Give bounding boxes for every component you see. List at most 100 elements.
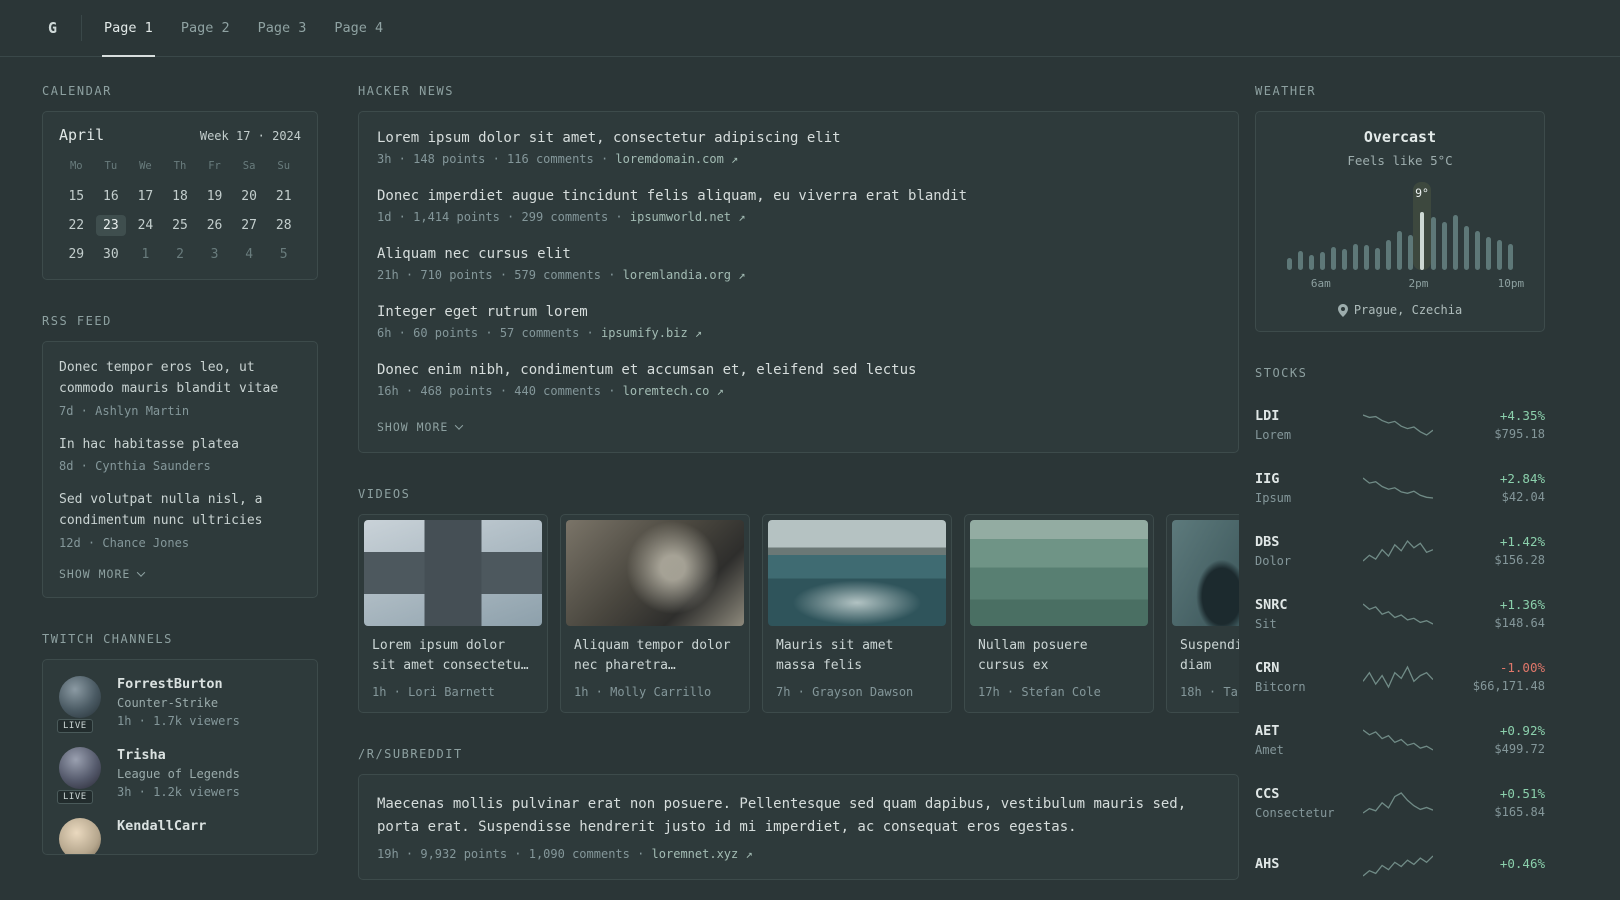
reddit-post-domain-link[interactable]: loremnet.xyz xyxy=(652,847,739,861)
calendar-day: 17 xyxy=(137,189,154,204)
twitch-channel[interactable]: LIVE ForrestBurton Counter-Strike 1h · 1… xyxy=(57,675,301,733)
avatar xyxy=(59,817,103,854)
stock-change: +1.36% xyxy=(1499,597,1545,612)
stock-sparkline xyxy=(1347,853,1449,879)
calendar-day-next-month: 1 xyxy=(141,247,150,262)
tab-page-1[interactable]: Page 1 xyxy=(90,0,167,57)
weekday-label: Tu xyxy=(104,160,118,172)
subreddit-widget: /R/SUBREDDIT Maecenas mollis pulvinar er… xyxy=(358,747,1239,881)
stock-change: +1.42% xyxy=(1499,534,1545,549)
weekday-label: Su xyxy=(277,160,291,172)
video-title[interactable]: Mauris sit amet massa felis xyxy=(776,636,938,676)
rss-item-title[interactable]: Donec tempor eros leo, ut commodo mauris… xyxy=(59,358,301,400)
weather-bar xyxy=(1339,182,1350,270)
weather-card: Overcast Feels like 5°C 9° 6am 2pm 10pm … xyxy=(1255,111,1545,332)
video-card[interactable]: Aliquam tempor dolor nec pharetra… 1h · … xyxy=(560,514,750,714)
external-link-icon: ↗ xyxy=(745,847,753,862)
weather-bar xyxy=(1383,182,1394,270)
channel-name[interactable]: Trisha xyxy=(117,747,240,763)
video-title[interactable]: Lorem ipsum dolor sit amet consectetu… xyxy=(372,636,534,676)
hn-story-domain-link[interactable]: loremtech.co xyxy=(623,384,710,398)
hn-story-meta: 3h · 148 points · 116 comments · loremdo… xyxy=(377,152,739,166)
video-title[interactable]: Nullam posuere cursus ex xyxy=(978,636,1140,676)
hn-show-more-button[interactable]: SHOW MORE xyxy=(377,420,1220,434)
rss-show-more-button[interactable]: SHOW MORE xyxy=(59,567,301,581)
external-link-icon: ↗ xyxy=(694,326,703,340)
hn-story-title[interactable]: Integer eget rutrum lorem xyxy=(377,304,1220,320)
tab-page-2[interactable]: Page 2 xyxy=(167,0,244,56)
calendar-day-next-month: 3 xyxy=(210,247,219,262)
weather-bar xyxy=(1472,182,1483,270)
rss-item: In hac habitasse platea 8d · Cynthia Sau… xyxy=(59,435,301,474)
hn-story-meta: 6h · 60 points · 57 comments · ipsumify.… xyxy=(377,326,703,340)
calendar-day-next-month: 2 xyxy=(176,247,184,262)
hn-story-domain-link[interactable]: loremdomain.com xyxy=(615,152,723,166)
calendar-month: April xyxy=(59,126,105,144)
rss-item-title[interactable]: Sed volutpat nulla nisl, a condimentum n… xyxy=(59,490,301,532)
video-meta: 1h · Molly Carrillo xyxy=(574,685,712,700)
avatar: LIVE xyxy=(57,675,103,733)
channel-game: Counter-Strike xyxy=(117,695,219,710)
twitch-channel[interactable]: LIVE Trisha League of Legends 3h · 1.2k … xyxy=(57,746,301,804)
weather-bar xyxy=(1317,182,1328,270)
calendar-widget-title: CALENDAR xyxy=(42,84,112,98)
stock-row[interactable]: DBS Dolor +1.42% $156.28 xyxy=(1255,519,1545,582)
external-link-icon: ↗ xyxy=(738,210,746,224)
video-title[interactable]: Aliquam tempor dolor nec pharetra… xyxy=(574,636,736,676)
calendar-day: 28 xyxy=(275,218,292,233)
stock-row[interactable]: CRN Bitcorn -1.00% $66,171.48 xyxy=(1255,645,1545,708)
calendar-day-next-month: 4 xyxy=(245,247,254,262)
video-card[interactable]: Mauris sit amet massa felis 7h · Grayson… xyxy=(762,514,952,714)
tab-page-4[interactable]: Page 4 xyxy=(320,0,397,56)
stock-row[interactable]: CCS Consectetur +0.51% $165.84 xyxy=(1255,771,1545,834)
video-card[interactable]: Nullam posuere cursus ex 17h · Stefan Co… xyxy=(964,514,1154,714)
hn-story: Donec imperdiet augue tincidunt felis al… xyxy=(377,188,1220,224)
calendar-day: 20 xyxy=(241,189,257,204)
calendar-day: 19 xyxy=(206,189,223,204)
hn-story-domain-link[interactable]: ipsumworld.net xyxy=(630,210,731,224)
time-label: 2pm xyxy=(1408,277,1429,290)
stock-price: $795.18 xyxy=(1494,427,1545,441)
hn-story-title[interactable]: Lorem ipsum dolor sit amet, consectetur … xyxy=(377,130,1220,146)
hacker-news-widget-title: HACKER NEWS xyxy=(358,84,454,98)
stock-row[interactable]: SNRC Sit +1.36% $148.64 xyxy=(1255,582,1545,645)
stock-sparkline xyxy=(1347,412,1449,438)
video-card[interactable]: Lorem ipsum dolor sit amet consectetu… 1… xyxy=(358,514,548,714)
location-pin-icon xyxy=(1337,303,1348,317)
calendar-header: April Week 17 · 2024 xyxy=(59,126,301,144)
hn-story: Aliquam nec cursus elit 21h · 710 points… xyxy=(377,246,1220,282)
external-link-icon: ↗ xyxy=(738,268,746,282)
reddit-post-title[interactable]: Maecenas mollis pulvinar erat non posuer… xyxy=(377,793,1220,839)
video-title[interactable]: Suspendis diam xyxy=(1180,636,1239,676)
hn-story-domain-link[interactable]: ipsumify.biz xyxy=(601,326,688,340)
calendar-day: 15 xyxy=(68,189,85,204)
stock-symbol: AHS xyxy=(1255,855,1280,872)
stock-change: +0.51% xyxy=(1499,786,1545,801)
stock-row[interactable]: LDI Lorem +4.35% $795.18 xyxy=(1255,393,1545,456)
weather-hourly-chart: 9° xyxy=(1268,182,1532,270)
calendar-day: 25 xyxy=(172,218,188,233)
weather-bar xyxy=(1494,182,1505,270)
subreddit-card: Maecenas mollis pulvinar erat non posuer… xyxy=(358,774,1239,881)
twitch-channel[interactable]: KendallCarr xyxy=(59,817,301,854)
twitch-widget-title: TWITCH CHANNELS xyxy=(42,631,173,646)
channel-avatar xyxy=(59,675,101,718)
hn-story-title[interactable]: Aliquam nec cursus elit xyxy=(377,246,1220,262)
rss-item-title[interactable]: In hac habitasse platea xyxy=(59,435,301,456)
weather-bar xyxy=(1450,182,1461,270)
tab-page-3[interactable]: Page 3 xyxy=(244,0,321,56)
weather-bar xyxy=(1295,182,1306,270)
hn-story-title[interactable]: Donec imperdiet augue tincidunt felis al… xyxy=(377,188,1220,204)
channel-name[interactable]: ForrestBurton xyxy=(117,676,240,692)
stock-price: $156.28 xyxy=(1494,553,1545,567)
hn-story-title[interactable]: Donec enim nibh, condimentum et accumsan… xyxy=(377,362,1220,378)
stock-row[interactable]: AHS +0.46% xyxy=(1255,834,1545,897)
hn-story-domain-link[interactable]: loremlandia.org xyxy=(623,268,731,282)
hn-story: Integer eget rutrum lorem 6h · 60 points… xyxy=(377,304,1220,340)
video-card[interactable]: Suspendis diam 18h · Tara xyxy=(1166,514,1239,714)
stock-row[interactable]: IIG Ipsum +2.84% $42.04 xyxy=(1255,456,1545,519)
stock-row[interactable]: AET Amet +0.92% $499.72 xyxy=(1255,708,1545,771)
twitch-card: LIVE ForrestBurton Counter-Strike 1h · 1… xyxy=(42,658,318,855)
channel-name[interactable]: KendallCarr xyxy=(117,818,206,834)
stock-change: +0.92% xyxy=(1499,723,1545,738)
